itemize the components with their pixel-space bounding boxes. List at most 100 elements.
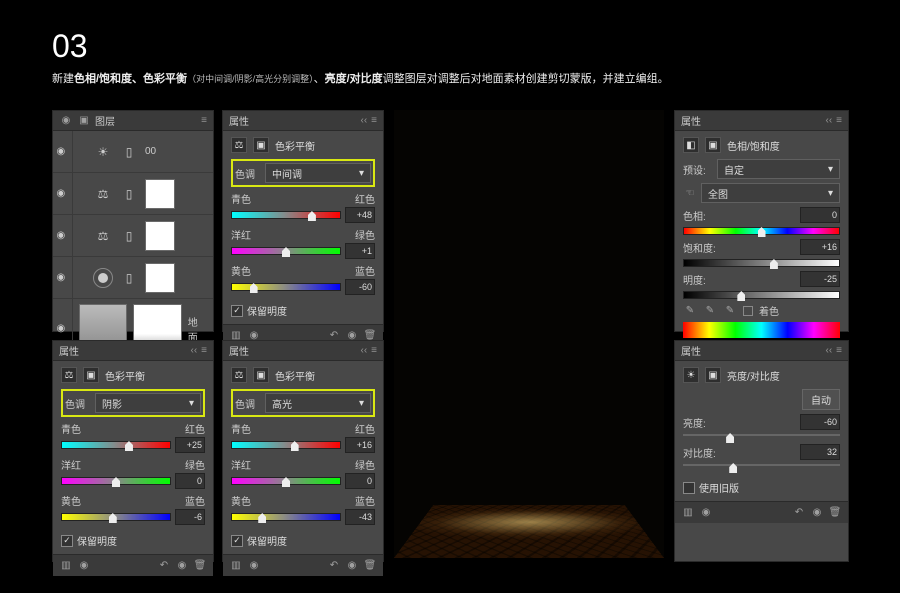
legacy-checkbox[interactable] — [683, 482, 695, 494]
trash-icon[interactable]: 🗑 — [363, 559, 377, 573]
mask-icon[interactable]: ▣ — [83, 367, 99, 383]
contrast-slider[interactable] — [683, 464, 840, 466]
panel-menu-icon[interactable]: ≡ — [371, 345, 377, 356]
mask-icon[interactable]: ▣ — [705, 137, 721, 153]
green-label: 绿色 — [355, 227, 375, 242]
colorize-checkbox[interactable] — [743, 306, 753, 316]
colorize-label: 着色 — [759, 303, 779, 318]
panel-menu-icon[interactable]: ≡ — [201, 115, 207, 126]
eye-icon[interactable]: ◉ — [57, 146, 69, 158]
panel-menu-icon[interactable]: ≡ — [201, 345, 207, 356]
layer-row[interactable]: ◉ ▯ — [53, 257, 213, 299]
cyan-red-slider[interactable] — [231, 211, 341, 219]
yellow-blue-slider[interactable] — [231, 283, 341, 291]
mg-value[interactable]: 0 — [175, 473, 205, 489]
magenta-green-slider[interactable] — [231, 477, 341, 485]
collapse-icon[interactable]: ‹‹ — [825, 345, 832, 356]
link-icon: ▯ — [119, 226, 139, 246]
cyan-red-slider[interactable] — [231, 441, 341, 449]
sat-value[interactable]: +16 — [800, 239, 840, 255]
yb-value[interactable]: -43 — [345, 509, 375, 525]
green-label: 绿色 — [355, 457, 375, 472]
eye-icon[interactable]: ◉ — [57, 272, 69, 284]
visibility-icon[interactable]: ◉ — [810, 506, 824, 520]
tone-dropdown[interactable]: 高光▾ — [265, 393, 371, 413]
preset-value: 自定 — [724, 162, 744, 177]
yb-value[interactable]: -60 — [345, 279, 375, 295]
panel-menu-icon[interactable]: ≡ — [836, 115, 842, 126]
mask-icon[interactable]: ▣ — [253, 137, 269, 153]
reset-icon[interactable]: ↶ — [157, 559, 171, 573]
magenta-green-slider[interactable] — [231, 247, 341, 255]
magenta-green-slider[interactable] — [61, 477, 171, 485]
target-icon[interactable]: ◉ — [247, 559, 261, 573]
visibility-icon[interactable]: ◉ — [175, 559, 189, 573]
yb-value[interactable]: -6 — [175, 509, 205, 525]
red-label: 红色 — [355, 421, 375, 436]
light-slider[interactable] — [683, 291, 840, 299]
eyedropper-plus-icon[interactable]: ✎ — [703, 304, 717, 318]
yellow-blue-slider[interactable] — [61, 513, 171, 521]
collapse-icon[interactable]: ‹‹ — [190, 345, 197, 356]
mask-thumb[interactable] — [145, 263, 175, 293]
preserve-lum-label: 保留明度 — [247, 303, 287, 318]
finger-icon[interactable]: ☜ — [683, 186, 697, 200]
clip-icon[interactable]: ▥ — [59, 559, 73, 573]
eye-icon[interactable]: ◉ — [57, 188, 69, 200]
panel-footer: ▥ ◉ ↶ ◉ 🗑 — [223, 554, 383, 576]
mask-icon[interactable]: ▣ — [253, 367, 269, 383]
yellow-blue-slider[interactable] — [231, 513, 341, 521]
panel-menu-icon[interactable]: ≡ — [371, 115, 377, 126]
layer-row[interactable]: ◉ ⚖ ▯ — [53, 173, 213, 215]
blue-label: 蓝色 — [355, 493, 375, 508]
light-value[interactable]: -25 — [800, 271, 840, 287]
tone-dropdown[interactable]: 中间调▾ — [265, 163, 371, 183]
range-dropdown[interactable]: 全图▾ — [701, 183, 840, 203]
clip-icon[interactable]: ▥ — [681, 506, 695, 520]
contrast-value[interactable]: 32 — [800, 444, 840, 460]
red-label: 红色 — [185, 421, 205, 436]
reset-icon[interactable]: ↶ — [327, 559, 341, 573]
cr-value[interactable]: +25 — [175, 437, 205, 453]
brightness-value[interactable]: -60 — [800, 414, 840, 430]
hue-value[interactable]: 0 — [800, 207, 840, 223]
cr-value[interactable]: +48 — [345, 207, 375, 223]
eyedropper-icon[interactable]: ✎ — [683, 304, 697, 318]
auto-button[interactable]: 自动 — [802, 389, 840, 410]
layer-row[interactable]: ◉ ⚖ ▯ — [53, 215, 213, 257]
tone-dropdown[interactable]: 阴影▾ — [95, 393, 201, 413]
mask-thumb[interactable] — [145, 179, 175, 209]
collapse-icon[interactable]: ‹‹ — [825, 115, 832, 126]
clip-icon[interactable]: ▥ — [229, 559, 243, 573]
reset-icon[interactable]: ↶ — [792, 506, 806, 520]
preset-dropdown[interactable]: 自定▾ — [717, 159, 840, 179]
preserve-lum-checkbox[interactable] — [231, 305, 243, 317]
preserve-lum-checkbox[interactable] — [231, 535, 243, 547]
layer-row[interactable]: ◉ ☀ ▯ 00 — [53, 131, 213, 173]
sat-slider[interactable] — [683, 259, 840, 267]
cyan-red-slider[interactable] — [61, 441, 171, 449]
t3: （对中间调/阴影/高光分别调整） — [187, 74, 314, 84]
eye-icon[interactable]: ◉ — [57, 323, 69, 335]
properties-panel-cb-highlight: 属性 ‹‹≡ ⚖ ▣ 色彩平衡 色调 高光▾ 青色红色 +16 洋红绿色 0 黄… — [222, 340, 384, 562]
collapse-icon[interactable]: ‹‹ — [360, 115, 367, 126]
visibility-icon[interactable]: ◉ — [345, 559, 359, 573]
mg-value[interactable]: 0 — [345, 473, 375, 489]
panel-menu-icon[interactable]: ≡ — [836, 345, 842, 356]
mask-thumb[interactable] — [145, 221, 175, 251]
eyedropper-minus-icon[interactable]: ✎ — [723, 304, 737, 318]
trash-icon[interactable]: 🗑 — [193, 559, 207, 573]
preserve-lum-checkbox[interactable] — [61, 535, 73, 547]
mask-icon[interactable]: ▣ — [705, 367, 721, 383]
yellow-label: 黄色 — [231, 263, 257, 278]
cr-value[interactable]: +16 — [345, 437, 375, 453]
eye-icon[interactable]: ◉ — [57, 230, 69, 242]
chevron-down-icon: ▾ — [359, 398, 364, 409]
target-icon[interactable]: ◉ — [699, 506, 713, 520]
hue-slider[interactable] — [683, 227, 840, 235]
brightness-slider[interactable] — [683, 434, 840, 436]
target-icon[interactable]: ◉ — [77, 559, 91, 573]
collapse-icon[interactable]: ‹‹ — [360, 345, 367, 356]
trash-icon[interactable]: 🗑 — [828, 506, 842, 520]
mg-value[interactable]: +1 — [345, 243, 375, 259]
